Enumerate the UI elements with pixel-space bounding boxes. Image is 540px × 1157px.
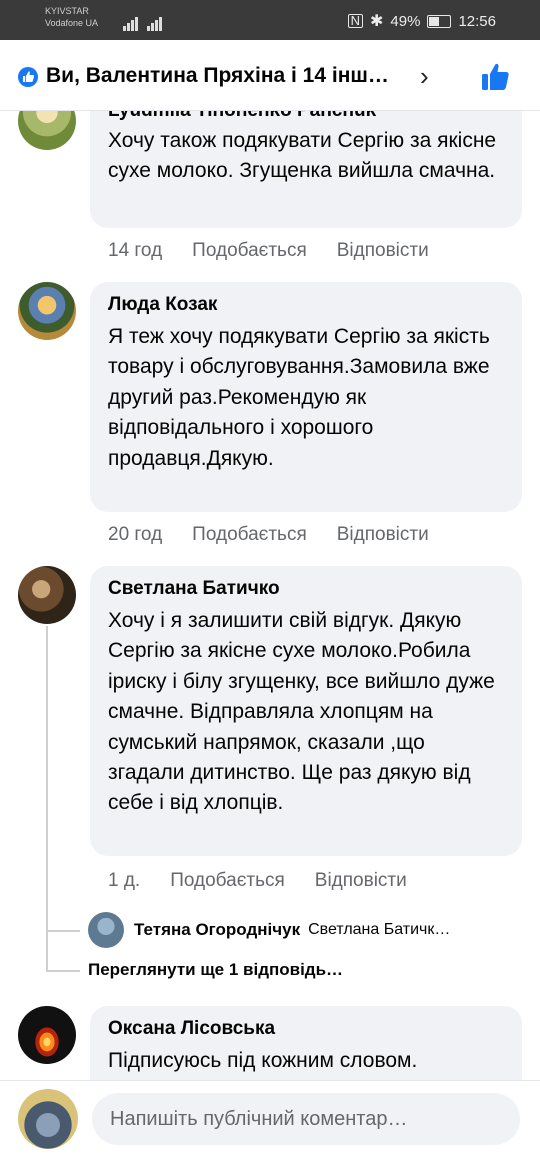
comment-text: Підписуюсь під кожним словом.: [108, 1049, 418, 1072]
comment-actions: 14 год Подобається Відповісти: [108, 240, 459, 262]
bluetooth-icon: ✱: [370, 13, 384, 30]
nfc-icon: N: [347, 14, 364, 28]
carrier-primary: KYIVSTAR: [45, 6, 89, 16]
comment-bubble: Оксана Лісовська Підписуюсь під кожним с…: [90, 1006, 522, 1080]
comment-author[interactable]: Оксана Лісовська: [108, 1018, 504, 1040]
reactions-summary[interactable]: Ви, Валентина Пряхіна і 14 інш…: [46, 64, 389, 88]
user-avatar: [18, 1089, 78, 1149]
like-link[interactable]: Подобається: [192, 240, 307, 262]
thumbs-up-icon[interactable]: [478, 60, 512, 94]
reply-link[interactable]: Відповісти: [337, 524, 429, 546]
comment-text: Я теж хочу подякувати Сергію за якість т…: [108, 325, 490, 470]
reply-avatar: [88, 912, 124, 948]
comment-actions: 1 д. Подобається Відповісти: [108, 870, 437, 892]
like-link[interactable]: Подобається: [170, 870, 285, 892]
comment-composer: Напишіть публічний коментар…: [0, 1080, 540, 1157]
thread-branch: [46, 970, 80, 972]
comment-bubble: Светлана Батичко Хочу і я залишити свій …: [90, 566, 522, 856]
status-bar: KYIVSTAR Vodafone UA N ✱ 49% 12:56: [0, 0, 540, 40]
thread-line: [46, 626, 48, 971]
avatar[interactable]: [18, 282, 76, 340]
chevron-right-icon[interactable]: ›: [420, 61, 429, 92]
reply-text: Светлана Батичк…: [308, 921, 451, 938]
comment-text: Хочу також подякувати Сергію за якісне с…: [108, 129, 497, 183]
like-reaction-icon: [18, 67, 38, 87]
battery-percent: 49%: [390, 12, 421, 30]
signal-icon: [123, 13, 163, 31]
battery-icon: [427, 14, 452, 28]
carrier-info: KYIVSTAR Vodafone UA: [45, 5, 98, 29]
comment-time: 20 год: [108, 524, 163, 545]
avatar[interactable]: [18, 110, 76, 150]
comment-author[interactable]: Люда Козак: [108, 294, 504, 316]
comment-author[interactable]: Светлана Батичко: [108, 578, 504, 600]
carrier-secondary: Vodafone UA: [45, 18, 99, 28]
comment-bubble: Lyudmila Tinonenko Pancnuk Хочу також по…: [90, 110, 522, 228]
comment-text: Хочу і я залишити свій відгук. Дякую Сер…: [108, 609, 495, 815]
avatar[interactable]: [18, 1006, 76, 1064]
comment-bubble: Люда Козак Я теж хочу подякувати Сергію …: [90, 282, 522, 512]
comment-list: Lyudmila Tinonenko Pancnuk Хочу також по…: [0, 110, 540, 1080]
clock: 12:56: [458, 12, 496, 30]
view-more-replies-link[interactable]: Переглянути ще 1 відповідь…: [88, 960, 343, 980]
reply-preview[interactable]: Тетяна Огороднічук Светлана Батичк…: [88, 912, 450, 948]
avatar[interactable]: [18, 566, 76, 624]
comment-time: 14 год: [108, 240, 163, 261]
comment-input[interactable]: Напишіть публічний коментар…: [92, 1093, 520, 1145]
status-right: N ✱ 49% 12:56: [347, 11, 496, 31]
comment-actions: 20 год Подобається Відповісти: [108, 524, 459, 546]
reply-link[interactable]: Відповісти: [337, 240, 429, 262]
comment-author[interactable]: Lyudmila Tinonenko Pancnuk: [108, 110, 504, 122]
reply-author[interactable]: Тетяна Огороднічук: [134, 920, 300, 940]
thread-branch: [46, 930, 80, 932]
reactions-header[interactable]: Ви, Валентина Пряхіна і 14 інш… ›: [0, 40, 540, 111]
comment-time: 1 д.: [108, 870, 141, 891]
reply-link[interactable]: Відповісти: [315, 870, 407, 892]
like-link[interactable]: Подобається: [192, 524, 307, 546]
